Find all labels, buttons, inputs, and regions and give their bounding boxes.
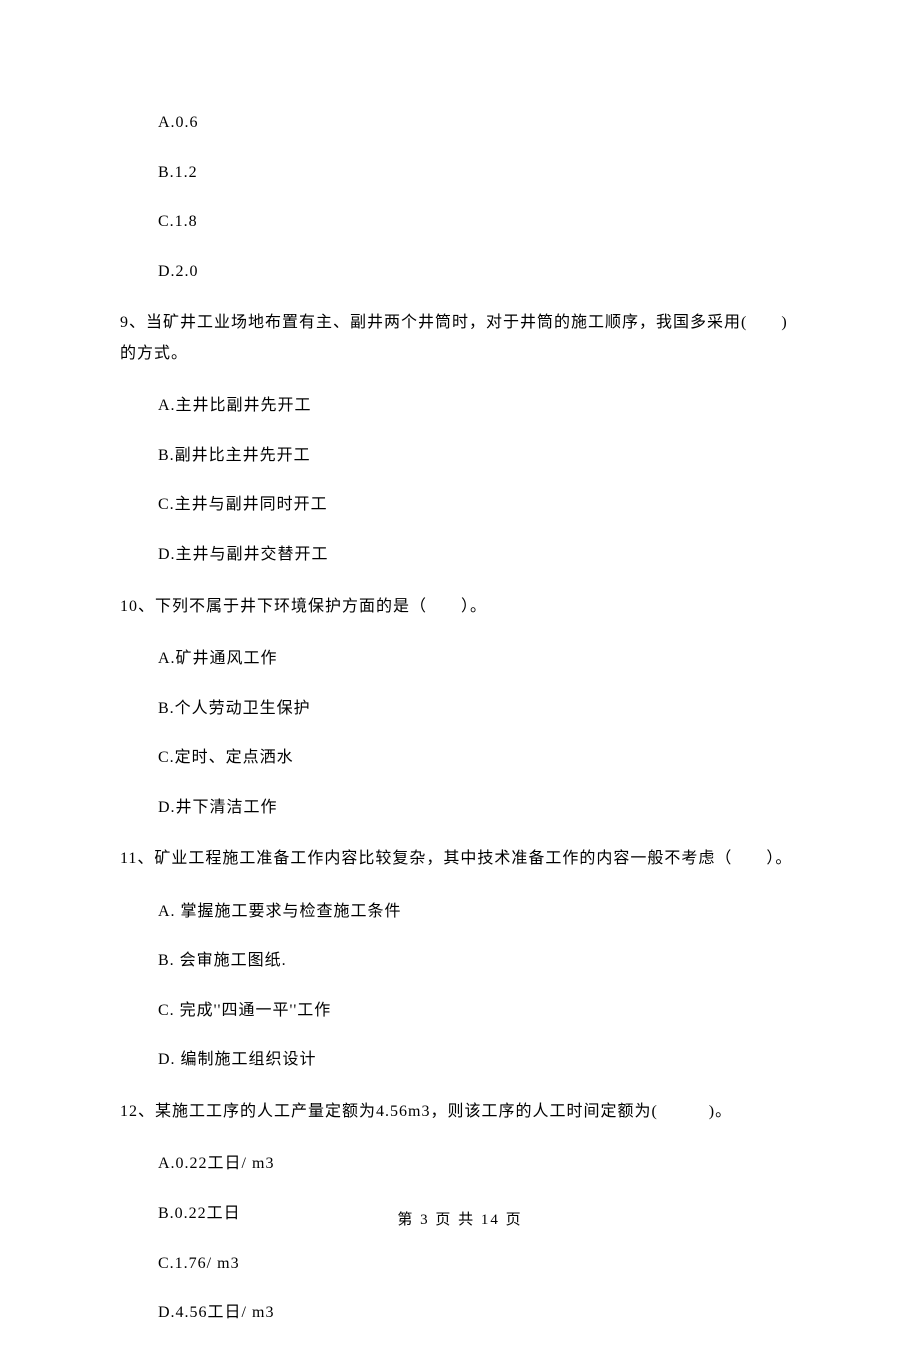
q10-option-c: C.定时、定点洒水 — [120, 745, 800, 771]
q12-option-a: A.0.22工日/ m3 — [120, 1151, 800, 1177]
q11-option-b: B. 会审施工图纸. — [120, 948, 800, 974]
q10-stem: 10、下列不属于井下环境保护方面的是（ ）。 — [120, 592, 800, 622]
q8-option-a: A.0.6 — [120, 110, 800, 136]
q10-option-a: A.矿井通风工作 — [120, 646, 800, 672]
q11-stem: 11、矿业工程施工准备工作内容比较复杂，其中技术准备工作的内容一般不考虑（ ）。 — [120, 844, 800, 874]
q12-option-d: D.4.56工日/ m3 — [120, 1300, 800, 1326]
q9-option-b: B.副井比主井先开工 — [120, 443, 800, 469]
q9-stem: 9、当矿井工业场地布置有主、副井两个井筒时，对于井筒的施工顺序，我国多采用( )… — [120, 308, 800, 369]
q11-option-a: A. 掌握施工要求与检查施工条件 — [120, 899, 800, 925]
q9-option-c: C.主井与副井同时开工 — [120, 492, 800, 518]
q12-stem: 12、某施工工序的人工产量定额为4.56m3，则该工序的人工时间定额为( )。 — [120, 1097, 800, 1127]
q11-option-c: C. 完成''四通一平''工作 — [120, 998, 800, 1024]
q10-option-d: D.井下清洁工作 — [120, 795, 800, 821]
q8-option-d: D.2.0 — [120, 259, 800, 285]
q10-option-b: B.个人劳动卫生保护 — [120, 696, 800, 722]
q8-option-c: C.1.8 — [120, 209, 800, 235]
q8-option-b: B.1.2 — [120, 160, 800, 186]
q9-option-a: A.主井比副井先开工 — [120, 393, 800, 419]
q9-option-d: D.主井与副井交替开工 — [120, 542, 800, 568]
q11-option-d: D. 编制施工组织设计 — [120, 1047, 800, 1073]
page-footer: 第 3 页 共 14 页 — [0, 1208, 920, 1232]
q12-option-c: C.1.76/ m3 — [120, 1251, 800, 1277]
